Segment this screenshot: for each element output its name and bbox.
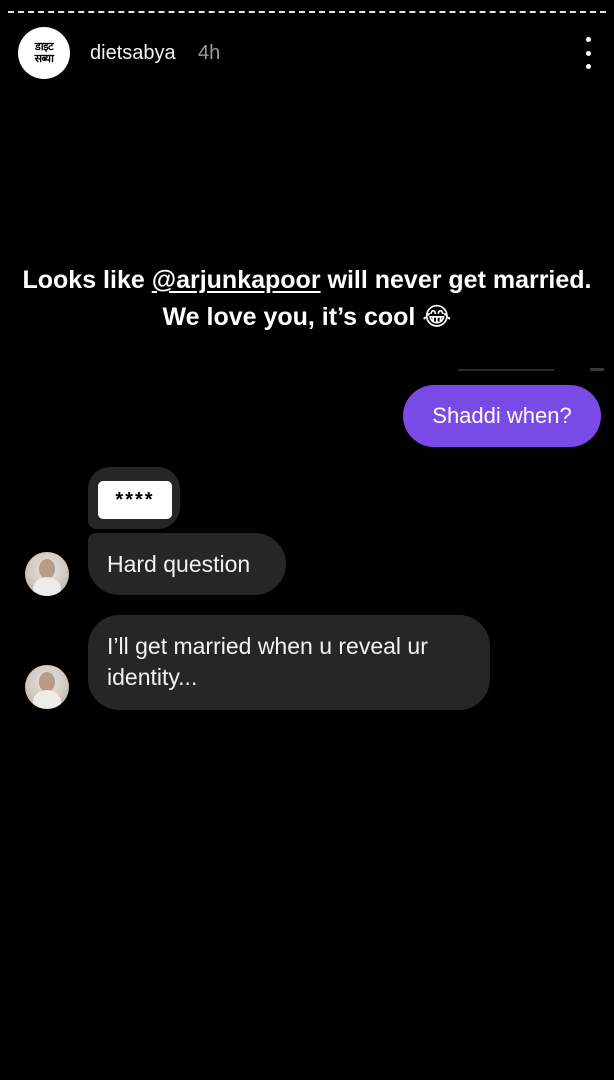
received-sticker-bubble: **** <box>88 467 180 529</box>
mention-link[interactable]: @arjunkapoor <box>152 266 321 294</box>
more-vertical-icon-dot <box>585 64 591 69</box>
divider-line <box>590 368 604 371</box>
received-message-bubble: Hard question <box>88 533 286 595</box>
more-vertical-icon <box>585 37 591 42</box>
more-vertical-icon-dot <box>585 50 591 56</box>
sender-avatar-icon[interactable] <box>25 665 69 709</box>
divider-line <box>458 369 554 371</box>
avatar-head <box>39 672 55 692</box>
received-message-bubble: I’ll get married when u reveal ur identi… <box>88 615 490 710</box>
more-options-button[interactable] <box>578 37 598 69</box>
avatar-head <box>39 559 55 579</box>
profile-avatar[interactable]: डाइट सब्या <box>18 27 70 79</box>
sent-message-bubble: Shaddi when? <box>403 385 601 447</box>
story-caption: Looks like @arjunkapoor will never get m… <box>20 262 594 336</box>
story-header: डाइट सब्या dietsabya 4h <box>18 27 598 79</box>
logo-text-line2: सब्या <box>34 52 54 65</box>
story-progress-bar <box>8 11 606 13</box>
username[interactable]: dietsabya <box>90 42 176 65</box>
laughing-emoji-icon: 😂 <box>422 303 452 331</box>
censored-sticker: **** <box>98 481 172 519</box>
avatar-body <box>33 577 61 596</box>
caption-text-before: Looks like <box>22 266 152 294</box>
avatar-body <box>33 690 61 709</box>
timestamp: 4h <box>198 42 221 64</box>
sender-avatar-icon[interactable] <box>25 552 69 596</box>
